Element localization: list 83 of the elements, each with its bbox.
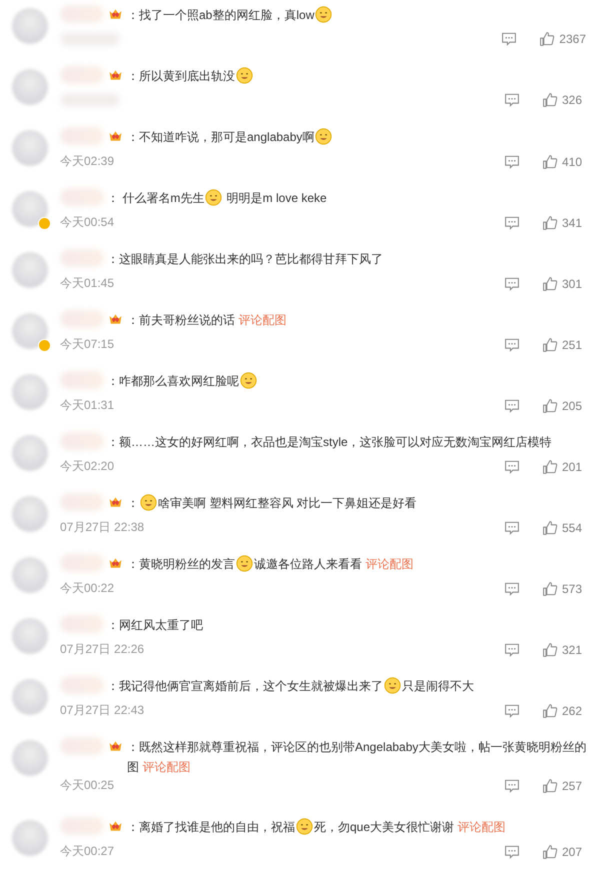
timestamp: 今天00:54 [60, 214, 114, 231]
image-link[interactable]: 评论配图 [142, 760, 190, 774]
emoji-icon [240, 372, 257, 389]
comment-icon[interactable] [504, 844, 520, 860]
comment-icon[interactable] [504, 520, 520, 536]
like-button[interactable]: 207 [542, 844, 586, 860]
avatar[interactable] [12, 313, 48, 349]
comment-text: ：找了一个照ab整的网红脸，真low [127, 5, 588, 25]
comment-icon[interactable] [504, 458, 520, 474]
emoji-icon [384, 677, 401, 694]
comment-text: ：咋都那么喜欢网红脸呢 [107, 371, 588, 391]
comment-text: ：我记得他俩官宣离婚前后，这个女生就被爆出来了 只是闹得不大 [107, 676, 475, 696]
timestamp: 今天07:15 [60, 336, 114, 353]
like-button[interactable]: 262 [542, 702, 586, 718]
thumbs-up-icon [542, 92, 558, 108]
emoji-icon [315, 128, 332, 145]
thumbs-up-icon [542, 778, 558, 794]
comment-icon[interactable] [504, 702, 520, 718]
comment-icon[interactable] [504, 778, 520, 794]
emoji-icon [315, 6, 332, 23]
thumbs-up-icon [542, 458, 558, 474]
comment-icon[interactable] [504, 276, 520, 292]
comment-icon[interactable] [501, 31, 518, 47]
comment-text: ：不知道咋说，那可是anglababy啊 [127, 127, 588, 147]
emoji-icon [296, 818, 313, 835]
comment-icon[interactable] [504, 154, 520, 170]
avatar[interactable] [12, 191, 48, 227]
timestamp: 07月27日 22:38 [60, 519, 144, 536]
like-button[interactable]: 301 [542, 276, 586, 292]
emoji-icon [140, 494, 157, 511]
like-button[interactable]: 573 [542, 580, 586, 596]
comment-text: ：这眼睛真是人能张出来的吗？芭比都得甘拜下风了 [107, 251, 384, 268]
comment-text: ：黄晓明粉丝的发言 诚邀各位路人来看看 评论配图 [127, 554, 414, 574]
emoji-icon [236, 555, 253, 572]
image-link[interactable]: 评论配图 [238, 313, 286, 327]
comment-text: ：既然这样那就尊重祝福，评论区的也别带Angelababy大美女啦，帖一张黄晓明粉丝的图 评论配图 [127, 739, 588, 776]
comment-text: ：额……这女的好网红啊，衣品也是淘宝style，这张脸可以对应无数淘宝网红店模特 [107, 434, 553, 451]
timestamp: 今天00:22 [60, 580, 114, 597]
like-button[interactable]: 257 [542, 778, 586, 794]
timestamp: 今天02:39 [60, 153, 114, 170]
timestamp: 07月27日 22:26 [60, 641, 144, 658]
thumbs-up-icon [542, 844, 558, 860]
emoji-icon [205, 189, 222, 206]
like-button[interactable]: 321 [542, 642, 586, 658]
comment-text: ： 啥审美啊 塑料网红整容风 对比一下鼻姐还是好看 [127, 493, 418, 513]
timestamp: 今天02:20 [60, 458, 114, 475]
comment-icon[interactable] [504, 336, 520, 352]
timestamp: 今天01:31 [60, 397, 114, 414]
thumbs-up-icon [539, 31, 556, 47]
comment-icon[interactable] [504, 398, 520, 414]
thumbs-up-icon [542, 276, 558, 292]
like-button[interactable]: 554 [542, 520, 586, 536]
like-button[interactable]: 201 [542, 458, 586, 474]
like-button[interactable]: 410 [542, 154, 586, 170]
timestamp: 今天00:27 [60, 843, 114, 860]
image-link[interactable]: 评论配图 [457, 820, 506, 834]
thumbs-up-icon [542, 580, 558, 596]
like-button[interactable]: 251 [542, 336, 586, 352]
timestamp: 07月27日 22:43 [60, 702, 144, 719]
comment-text: ：前夫哥粉丝说的话 评论配图 [127, 312, 288, 329]
thumbs-up-icon [542, 702, 558, 718]
like-button[interactable]: 205 [542, 398, 586, 414]
like-button[interactable]: 326 [542, 92, 586, 108]
comment-icon[interactable] [504, 92, 520, 108]
timestamp: 今天01:45 [60, 275, 114, 292]
thumbs-up-icon [542, 520, 558, 536]
timestamp: 今天00:25 [60, 777, 114, 794]
thumbs-up-icon [542, 214, 558, 230]
emoji-icon [236, 67, 253, 84]
comment-text: ：网红风太重了吧 [107, 617, 204, 634]
image-link[interactable]: 评论配图 [365, 557, 414, 571]
thumbs-up-icon [542, 398, 558, 414]
comment-icon[interactable] [504, 214, 520, 230]
comment-text: ： 什么署名m先生 明明是m love keke [107, 188, 328, 208]
comment-text: ：所以黄到底出轨没 [127, 66, 588, 86]
comment-icon[interactable] [504, 580, 520, 596]
comment-icon[interactable] [504, 642, 520, 658]
like-button[interactable]: 341 [542, 214, 586, 230]
thumbs-up-icon [542, 336, 558, 352]
thumbs-up-icon [542, 642, 558, 658]
thumbs-up-icon [542, 154, 558, 170]
like-button[interactable]: 2367 [539, 31, 586, 47]
comment-text: ：离婚了找谁是他的自由，祝福 死，勿que大美女很忙谢谢 评论配图 [127, 817, 506, 837]
